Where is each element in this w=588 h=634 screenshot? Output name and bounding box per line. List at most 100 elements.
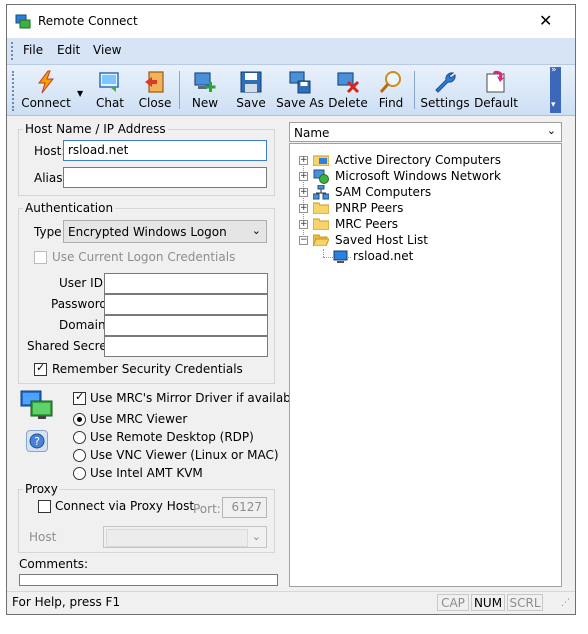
remote-connect-window: Remote Connect ✕ File Edit View Connect … [6, 4, 576, 615]
status-bar: For Help, press F1 CAP NUM SCRL ⋰ [7, 591, 575, 614]
mrc-viewer-label: Use MRC Viewer [90, 412, 188, 426]
folder-icon [313, 202, 329, 214]
status-num-indicator: NUM [471, 594, 505, 611]
menu-bar: File Edit View [7, 38, 575, 65]
connect-via-proxy-checkbox[interactable] [38, 500, 51, 513]
close-button[interactable]: Close [133, 67, 177, 113]
host-input[interactable]: rsload.net [63, 140, 267, 161]
status-help-text: For Help, press F1 [12, 595, 121, 609]
tree-node-label: Active Directory Computers [335, 153, 501, 167]
mirror-driver-label: Use MRC's Mirror Driver if available [90, 391, 302, 405]
save-button[interactable]: Save [229, 67, 273, 113]
menu-grip[interactable] [11, 42, 15, 60]
tree-header-label: Name [294, 126, 330, 140]
proxy-group-label: Proxy [25, 482, 58, 496]
expand-plus-icon[interactable]: + [299, 204, 308, 213]
port-input[interactable]: 6127 [222, 497, 267, 518]
connect-dropdown-arrow-icon[interactable]: ▼ [77, 89, 83, 98]
mrc-viewer-radio[interactable] [73, 413, 86, 426]
proxy-host-select[interactable]: ⌄ [103, 526, 267, 548]
status-scrl-indicator: SCRL [507, 594, 543, 611]
floppy-disk-icon [240, 71, 262, 93]
expand-plus-icon[interactable]: + [299, 188, 308, 197]
tree-node-label: MRC Peers [335, 217, 399, 231]
magnifier-icon [379, 71, 401, 93]
amt-kvm-radio[interactable] [73, 467, 86, 480]
domain-input[interactable] [104, 315, 268, 336]
app-icon [15, 14, 31, 29]
toolbar: Connect ▼ Chat Close New Save Save As De… [7, 65, 575, 116]
find-button[interactable]: Find [371, 67, 411, 113]
rdp-radio[interactable] [73, 431, 86, 444]
resize-grip-icon[interactable]: ⋰ [561, 598, 570, 608]
tree-node-label: Saved Host List [335, 233, 428, 247]
menu-edit[interactable]: Edit [57, 43, 80, 57]
settings-button[interactable]: Settings [419, 67, 471, 113]
port-label: Port: [193, 502, 221, 516]
chevron-down-icon: ⌄ [251, 224, 261, 237]
monitors-icon [20, 390, 53, 419]
domain-label: Domain: [59, 318, 110, 332]
close-window-button[interactable]: ✕ [539, 11, 552, 30]
connect-button[interactable]: Connect [17, 67, 75, 113]
toolbar-grip[interactable] [12, 71, 16, 111]
user-id-input[interactable] [104, 273, 268, 294]
toolbar-overflow-chevron[interactable]: » ▾ [550, 65, 561, 113]
auth-type-select[interactable]: Encrypted Windows Logon ⌄ [63, 220, 267, 243]
open-folder-icon [313, 234, 329, 246]
toolbar-separator [414, 71, 415, 109]
chat-button[interactable]: Chat [89, 67, 131, 113]
menu-file[interactable]: File [23, 43, 43, 57]
tree-node-label: PNRP Peers [335, 201, 404, 215]
save-as-button[interactable]: Save As [275, 67, 325, 113]
alias-label: Alias: [34, 171, 67, 185]
window-title: Remote Connect [38, 14, 138, 28]
alias-input[interactable] [63, 167, 267, 188]
password-input[interactable] [104, 294, 268, 315]
host-tree[interactable]: + Active Directory Computers + Microsoft… [289, 143, 562, 587]
network-globe-icon [313, 169, 329, 184]
expand-plus-icon[interactable]: + [299, 220, 308, 229]
collapse-minus-icon[interactable]: − [299, 236, 308, 245]
wrench-icon [435, 72, 456, 93]
active-directory-icon [313, 155, 329, 166]
use-current-credentials-checkbox[interactable] [34, 251, 47, 264]
chevron-down-icon: ⌄ [546, 124, 556, 137]
type-label: Type: [34, 225, 66, 239]
default-return-icon [486, 70, 505, 93]
help-button[interactable]: ? [26, 430, 48, 452]
authentication-group-label: Authentication [25, 201, 114, 215]
mirror-driver-checkbox[interactable]: ✓ [73, 390, 86, 405]
remember-credentials-checkbox[interactable]: ✓ [34, 361, 47, 376]
exit-door-icon [145, 71, 164, 93]
toolbar-separator [179, 71, 180, 109]
use-current-credentials-label: Use Current Logon Credentials [52, 250, 236, 264]
new-button[interactable]: New [183, 67, 227, 113]
menu-view[interactable]: View [93, 43, 121, 57]
connect-via-proxy-label: Connect via Proxy Host [55, 499, 195, 513]
status-cap-indicator: CAP [437, 594, 469, 611]
shared-secret-input[interactable] [104, 336, 268, 357]
sam-network-icon [313, 185, 329, 200]
expand-plus-icon[interactable]: + [299, 172, 308, 181]
new-computer-icon [194, 72, 216, 92]
folder-icon [313, 218, 329, 230]
tree-header-select[interactable]: Name ⌄ [289, 122, 562, 142]
comments-label: Comments: [19, 557, 89, 571]
auth-type-value: Encrypted Windows Logon [68, 225, 227, 239]
proxy-host-value [106, 529, 248, 547]
shared-secret-label: Shared Secret: [27, 339, 116, 353]
save-as-computer-icon [289, 71, 311, 94]
expand-plus-icon[interactable]: + [299, 156, 308, 165]
amt-kvm-label: Use Intel AMT KVM [90, 466, 203, 480]
vnc-label: Use VNC Viewer (Linux or MAC) [90, 448, 279, 462]
delete-button[interactable]: Delete [325, 67, 371, 113]
default-button[interactable]: Default [471, 67, 521, 113]
vnc-radio[interactable] [73, 449, 86, 462]
lightning-icon [38, 70, 55, 94]
comments-input[interactable] [19, 574, 278, 586]
host-label: Host: [34, 144, 66, 158]
tree-node-label: SAM Computers [335, 185, 432, 199]
proxy-host-label: Host [29, 530, 57, 544]
help-icon: ? [29, 433, 45, 449]
